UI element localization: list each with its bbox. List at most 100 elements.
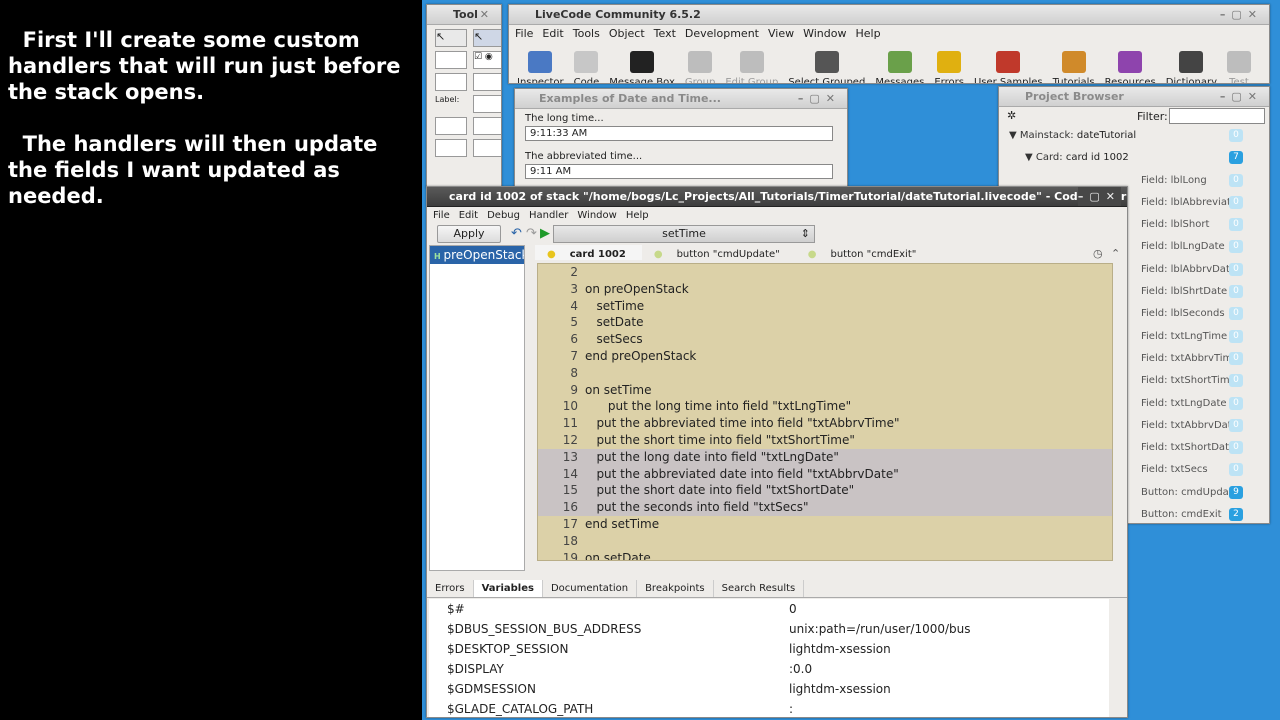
tool-palette-titlebar[interactable]: Tool ✕ <box>427 5 501 25</box>
line-number: 19 <box>562 550 578 561</box>
code-icon <box>574 51 599 73</box>
ce-menu-item-debug[interactable]: Debug <box>487 210 520 221</box>
table-tool-icon[interactable] <box>473 117 501 135</box>
ce-menu-item-file[interactable]: File <box>433 210 450 221</box>
toolbar-button-label: Message Box <box>609 77 675 84</box>
ce-menu-item-window[interactable]: Window <box>577 210 616 221</box>
run-tool-icon[interactable]: ↖ <box>473 29 501 47</box>
apply-button[interactable]: Apply <box>437 225 501 243</box>
count-badge: 0 <box>1229 463 1243 477</box>
toolbar-edit-group-button[interactable]: Edit Group <box>725 45 778 83</box>
toolbar-messages-button[interactable]: Messages <box>875 45 924 83</box>
toolbar-test-button[interactable]: Test <box>1227 45 1251 83</box>
count-badge: 0 <box>1229 218 1243 232</box>
variable-row[interactable]: $DBUS_SESSION_BUS_ADDRESS unix:path=/run/… <box>429 619 1109 639</box>
tab-documentation[interactable]: Documentation <box>543 580 638 597</box>
window-controls[interactable]: –▢✕ <box>1077 187 1121 206</box>
window-controls[interactable]: –▢✕ <box>1220 87 1263 106</box>
variable-row[interactable]: $GLADE_CATALOG_PATH: <box>429 699 1109 717</box>
menu-item-tools[interactable]: Tools <box>573 27 600 40</box>
handler-select[interactable]: setTime ⇕ <box>553 225 815 243</box>
code-editor-titlebar[interactable]: card id 1002 of stack "/home/bogs/Lc_Pro… <box>427 187 1127 207</box>
code-line: 13 put the long date into field "txtLngD… <box>538 448 1112 466</box>
gear-icon[interactable]: ✲ <box>1007 109 1016 122</box>
variable-row[interactable]: $# 0 <box>429 599 1109 619</box>
livecode-titlebar[interactable]: LiveCode Community 6.5.2 –▢✕ <box>509 5 1269 25</box>
toolbar-tutorials-button[interactable]: Tutorials <box>1053 45 1095 83</box>
tab-tool-icon[interactable] <box>473 139 501 157</box>
ce-menu-item-help[interactable]: Help <box>626 210 649 221</box>
menu-item-help[interactable]: Help <box>855 27 880 40</box>
script-tab[interactable]: ● button "cmdExit" <box>796 245 933 260</box>
toolbar-button-label: User Samples <box>973 77 1043 84</box>
history-icon[interactable]: ◷ <box>1093 247 1103 260</box>
line-number: 3 <box>570 281 578 296</box>
toolbar-group-button[interactable]: Group <box>685 45 715 83</box>
code-line: 11 put the abbreviated time into field "… <box>538 415 1112 432</box>
close-icon[interactable]: ✕ <box>480 5 495 24</box>
bottom-tabs: Errors Variables Documentation Breakpoints S… <box>427 580 1127 598</box>
messages-icon <box>887 51 912 73</box>
tab-breakpoints[interactable]: Breakpoints <box>637 580 714 597</box>
tab-variables[interactable]: Variables <box>473 580 543 597</box>
run-icon[interactable]: ▶ <box>540 226 550 241</box>
pointer-tool-icon[interactable]: ↖ <box>435 29 467 47</box>
pb-object-type: Field: <box>1141 464 1168 476</box>
window-controls[interactable]: –▢✕ <box>1220 5 1263 24</box>
filter-input[interactable] <box>1169 108 1265 124</box>
menu-item-object[interactable]: Object <box>609 27 645 40</box>
toolbar-inspector-button[interactable]: Inspector <box>517 45 564 83</box>
toolbar-code-button[interactable]: Code <box>574 45 599 83</box>
list-tool-icon[interactable] <box>435 139 467 157</box>
toolbar-dictionary-button[interactable]: Dictionary <box>1166 45 1217 83</box>
toolbar-resources-button[interactable]: Resources <box>1105 45 1156 83</box>
menu-item-window[interactable]: Window <box>803 27 846 40</box>
menu-item-view[interactable]: View <box>768 27 794 40</box>
ce-menu-item-handler[interactable]: Handler <box>529 210 568 221</box>
toolbar-user-samples-button[interactable]: User Samples <box>973 45 1043 84</box>
script-editor[interactable]: 2 3 on preOpenStack 4 setTime 5 setDate 6 set… <box>537 263 1113 561</box>
menu-item-file[interactable]: File <box>515 27 533 40</box>
menu-item-edit[interactable]: Edit <box>542 27 563 40</box>
script-tab[interactable]: ● card 1002 <box>535 245 642 260</box>
menu-item-development[interactable]: Development <box>685 27 759 40</box>
rect-button-tool-icon[interactable] <box>435 73 467 91</box>
project-browser-titlebar[interactable]: Project Browser –▢✕ <box>999 87 1269 107</box>
toolbar-errors-button[interactable]: Errors <box>934 45 964 84</box>
redo-icon[interactable]: ↷ <box>526 226 537 241</box>
pb-object-type: Field: <box>1141 442 1168 454</box>
toolbar-select-grouped-button[interactable]: Select Grouped <box>788 45 865 83</box>
undo-icon[interactable]: ↶ <box>511 226 522 241</box>
tab-search-results[interactable]: Search Results <box>714 580 805 597</box>
code-line: 16 put the seconds into field "txtSecs" <box>538 499 1112 516</box>
window-controls[interactable]: –▢✕ <box>798 89 841 108</box>
script-tab[interactable]: ● button "cmdUpdate" <box>642 245 796 260</box>
variable-row[interactable]: $DISPLAY:0.0 <box>429 659 1109 679</box>
toolbar-message-box-button[interactable]: Message Box <box>609 45 675 84</box>
scroll-field-tool-icon[interactable] <box>435 117 467 135</box>
code-text: put the abbreviated date into field "txt… <box>585 466 899 481</box>
button-tool-icon[interactable] <box>435 51 467 69</box>
variable-row[interactable]: $GDMSESSION lightdm-xsession <box>429 679 1109 699</box>
field-tool-icon[interactable] <box>473 95 501 113</box>
toolbar-button-label: Errors <box>934 77 964 84</box>
menu-item-text[interactable]: Text <box>654 27 676 40</box>
checkbox-tool-icon[interactable]: ☑ ◉ <box>473 51 501 69</box>
pb-card-row[interactable]: ▼ Card: card id 1002 7 <box>999 147 1269 169</box>
ce-menu-item-edit[interactable]: Edit <box>459 210 478 221</box>
long-time-field[interactable]: 9:11:33 AM <box>525 126 833 141</box>
abbreviated-time-field[interactable]: 9:11 AM <box>525 164 833 179</box>
examples-titlebar[interactable]: Examples of Date and Time... –▢✕ <box>515 89 847 109</box>
variable-value: lightdm-xsession <box>789 642 891 656</box>
expand-icon[interactable]: ▼ <box>1009 130 1017 141</box>
pb-mainstack-row[interactable]: ▼ Mainstack: dateTutorial 0 <box>999 125 1269 147</box>
label-tool[interactable]: Label: <box>435 95 467 113</box>
default-button-tool-icon[interactable] <box>473 73 501 91</box>
tab-errors[interactable]: Errors <box>427 580 474 597</box>
handler-list-item[interactable]: H preOpenStack <box>430 246 524 264</box>
pb-object-name: txtSecs <box>1170 464 1208 476</box>
expand-icon[interactable]: ▼ <box>1025 152 1033 163</box>
variable-row[interactable]: $DESKTOP_SESSION lightdm-xsession <box>429 639 1109 659</box>
collapse-icon[interactable]: ⌃ <box>1111 247 1120 260</box>
variable-value: lightdm-xsession <box>789 682 891 696</box>
